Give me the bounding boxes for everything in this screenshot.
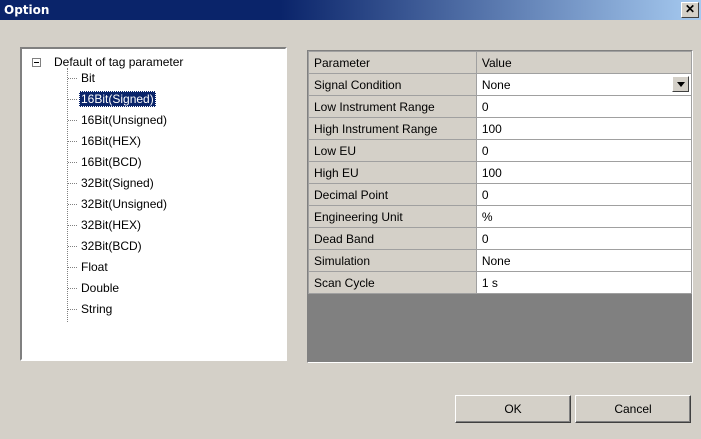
- grid-row[interactable]: Decimal Point 0: [308, 183, 693, 206]
- parameter-value-cell[interactable]: None: [475, 73, 693, 96]
- tree-branch-line: [68, 204, 77, 205]
- tree-item-label: 32Bit(HEX): [81, 218, 142, 232]
- grid-row[interactable]: Dead Band 0: [308, 227, 693, 250]
- parameter-value-cell[interactable]: 0: [475, 183, 693, 206]
- tree-item-label: 16Bit(Unsigned): [81, 113, 168, 127]
- parameter-value-cell[interactable]: 1 s: [475, 271, 693, 294]
- parameter-value-cell[interactable]: %: [475, 205, 693, 228]
- tree-item-label: 32Bit(Signed): [81, 176, 154, 190]
- tag-type-tree[interactable]: Default of tag parameter Bit 16Bit(Signed…: [20, 47, 287, 361]
- tree-item-label: 32Bit(Unsigned): [81, 197, 168, 211]
- grid-row[interactable]: Low EU 0: [308, 139, 693, 162]
- parameter-name-cell: Low EU: [308, 139, 477, 162]
- tree-branch-line: [68, 288, 77, 289]
- tree-item-label: 32Bit(BCD): [81, 239, 142, 253]
- tree-branch-line: [68, 162, 77, 163]
- tree-connector-line: [67, 68, 68, 322]
- parameter-value-cell[interactable]: None: [475, 249, 693, 272]
- dialog-title: Option: [4, 3, 50, 17]
- tree-branch-line: [68, 225, 77, 226]
- parameter-grid: Parameter Value Signal Condition None Low …: [307, 50, 693, 363]
- parameter-value-text: 100: [481, 165, 502, 180]
- grid-row[interactable]: Signal Condition None: [308, 73, 693, 96]
- parameter-value-cell[interactable]: 0: [475, 227, 693, 250]
- grid-row[interactable]: High Instrument Range 100: [308, 117, 693, 140]
- option-dialog: Option ✕ Default of tag parameter Bit 16B…: [0, 0, 701, 439]
- parameter-name-cell: Decimal Point: [308, 183, 477, 206]
- grid-row[interactable]: Engineering Unit%: [308, 205, 693, 228]
- parameter-value-cell[interactable]: 100: [475, 161, 693, 184]
- parameter-name-cell: Engineering Unit: [308, 205, 477, 228]
- parameter-value-text: 100: [481, 121, 502, 136]
- parameter-value-text: 0: [481, 143, 489, 158]
- parameter-name-cell: Dead Band: [308, 227, 477, 250]
- tree-item-label: 16Bit(Signed): [79, 91, 156, 107]
- parameter-name-cell: High Instrument Range: [308, 117, 477, 140]
- close-icon: ✕: [684, 2, 696, 16]
- parameter-value-text: 1 s: [481, 275, 498, 290]
- parameter-value-text: None: [481, 77, 511, 92]
- tree-root-label: Default of tag parameter: [54, 55, 184, 69]
- parameter-name-cell: Signal Condition: [308, 73, 477, 96]
- tree-branch-line: [68, 246, 77, 247]
- tree-branch-line: [68, 99, 77, 100]
- close-button[interactable]: ✕: [681, 2, 699, 18]
- parameter-value-text: 0: [481, 187, 489, 202]
- collapse-icon[interactable]: [32, 58, 41, 67]
- parameter-value-cell[interactable]: 0: [475, 139, 693, 162]
- dropdown-arrow-icon[interactable]: [672, 76, 689, 92]
- parameter-value-text: %: [481, 209, 493, 224]
- tree-item-label: 16Bit(BCD): [81, 155, 142, 169]
- grid-row[interactable]: High EU 100: [308, 161, 693, 184]
- grid-row[interactable]: Scan Cycle 1 s: [308, 271, 693, 294]
- ok-button[interactable]: OK: [455, 395, 571, 423]
- parameter-name-cell: Simulation: [308, 249, 477, 272]
- parameter-value-cell[interactable]: 0: [475, 95, 693, 118]
- value-column-header: Value: [475, 51, 693, 74]
- tree-branch-line: [68, 78, 77, 79]
- parameter-value-text: 0: [481, 99, 489, 114]
- parameter-name-cell: Low Instrument Range: [308, 95, 477, 118]
- cancel-button[interactable]: Cancel: [575, 395, 691, 423]
- title-bar[interactable]: Option ✕: [0, 0, 701, 20]
- tree-branch-line: [68, 183, 77, 184]
- parameter-name-cell: High EU: [308, 161, 477, 184]
- tree-branch-line: [68, 309, 77, 310]
- parameter-value-text: 0: [481, 231, 489, 246]
- tree-branch-line: [68, 120, 77, 121]
- tree-branch-line: [68, 141, 77, 142]
- grid-header-row: Parameter Value: [308, 51, 693, 74]
- tree-item-label: Float: [81, 260, 108, 274]
- parameter-value-text: None: [481, 253, 511, 268]
- parameter-value-cell[interactable]: 100: [475, 117, 693, 140]
- tree-item-label: Double: [81, 281, 120, 295]
- tree-branch-line: [68, 267, 77, 268]
- grid-row[interactable]: Simulation None: [308, 249, 693, 272]
- tree-item-label: Bit: [81, 71, 96, 85]
- parameter-column-header: Parameter: [308, 51, 477, 74]
- grid-row[interactable]: Low Instrument Range 0: [308, 95, 693, 118]
- tree-item-label: String: [81, 302, 113, 316]
- tree-item-label: 16Bit(HEX): [81, 134, 142, 148]
- parameter-name-cell: Scan Cycle: [308, 271, 477, 294]
